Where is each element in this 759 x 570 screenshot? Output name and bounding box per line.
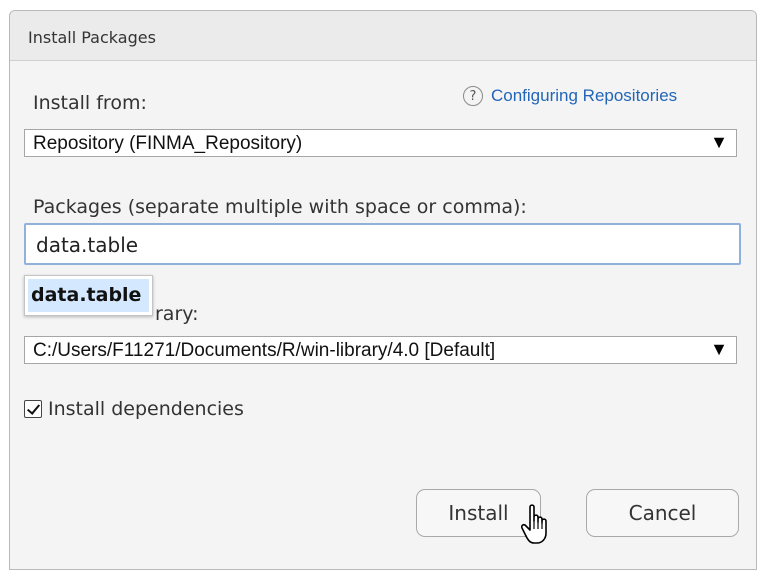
autocomplete-item[interactable]: data.table (28, 279, 149, 312)
install-from-select[interactable]: Repository (FINMA_Repository) ▼ (24, 129, 737, 157)
dialog-title: Install Packages (28, 28, 156, 47)
install-dependencies-label: Install dependencies (48, 398, 244, 420)
cancel-button[interactable]: Cancel (586, 489, 739, 537)
help-icon: ? (463, 86, 483, 106)
hand-pointer-icon (521, 504, 547, 544)
configuring-repositories-link[interactable]: Configuring Repositories (491, 86, 677, 106)
configuring-repositories-help[interactable]: ? Configuring Repositories (463, 86, 677, 106)
install-from-label: Install from: (33, 92, 147, 114)
library-value: C:/Users/F11271/Documents/R/win-library/… (33, 340, 496, 361)
packages-label: Packages (separate multiple with space o… (33, 196, 527, 218)
dropdown-arrow-icon: ▼ (710, 339, 728, 359)
install-to-library-label: rary: (155, 303, 199, 325)
packages-input-value: data.table (36, 233, 139, 257)
dropdown-arrow-icon: ▼ (710, 132, 728, 152)
install-dependencies-row[interactable]: Install dependencies (24, 398, 244, 420)
packages-input[interactable]: data.table (24, 223, 741, 265)
install-from-value: Repository (FINMA_Repository) (33, 133, 303, 154)
install-dependencies-checkbox[interactable] (24, 400, 42, 418)
dialog-titlebar: Install Packages (10, 11, 756, 61)
autocomplete-popup: data.table (24, 275, 153, 316)
library-select[interactable]: C:/Users/F11271/Documents/R/win-library/… (24, 336, 737, 364)
